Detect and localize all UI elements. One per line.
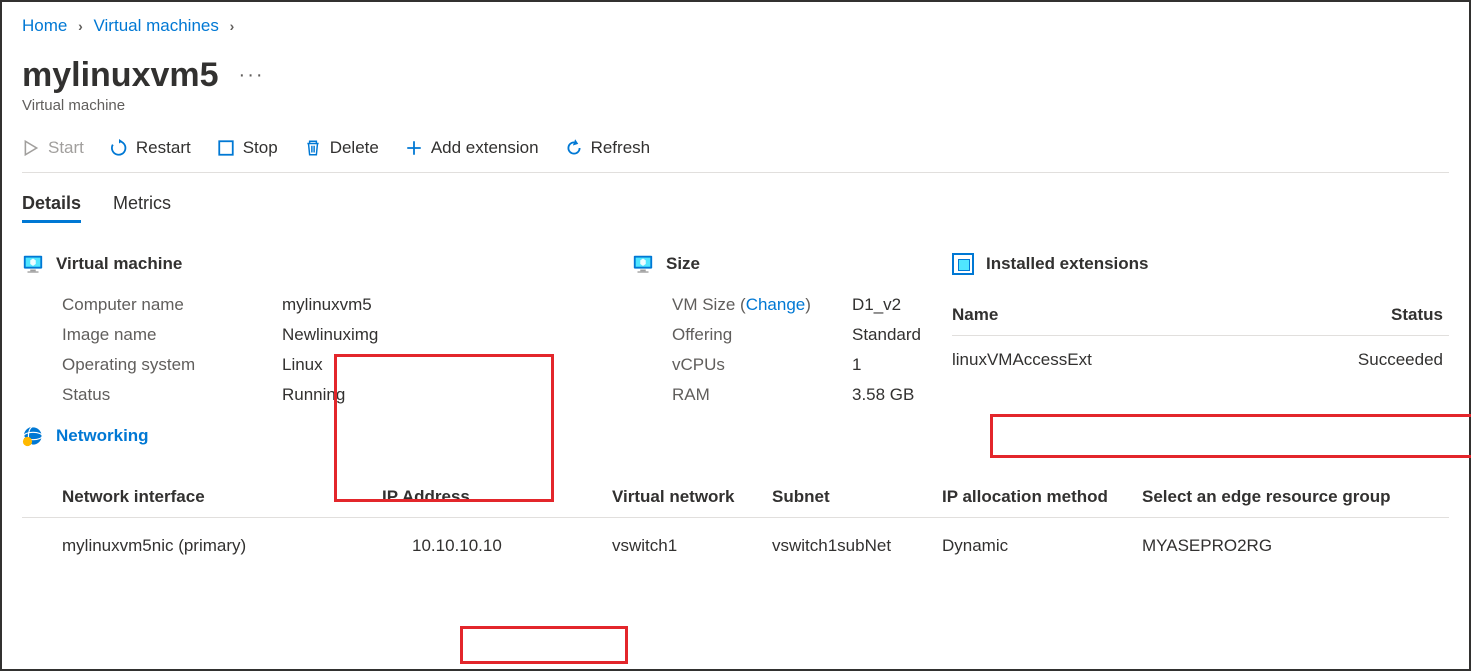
- image-name-value: Newlinuximg: [282, 325, 378, 345]
- table-row[interactable]: linuxVMAccessExt Succeeded: [952, 336, 1449, 385]
- restart-icon: [110, 139, 128, 157]
- size-section-header: Size: [632, 253, 952, 275]
- net-subnet-cell: vswitch1subNet: [772, 518, 942, 571]
- command-bar: Start Restart Stop Delete Add extension …: [22, 138, 1449, 173]
- ext-col-status: Status: [1253, 295, 1449, 336]
- chevron-right-icon: ›: [78, 18, 83, 34]
- status-value: Running: [282, 385, 345, 405]
- net-edge-cell: MYASEPRO2RG: [1142, 518, 1449, 571]
- extension-icon: [952, 253, 974, 275]
- virtual-machine-icon: [22, 253, 44, 275]
- net-col-ip: IP Address: [382, 477, 612, 518]
- vm-section-header: Virtual machine: [22, 253, 632, 275]
- resource-type-label: Virtual machine: [22, 97, 1449, 114]
- net-alloc-cell: Dynamic: [942, 518, 1142, 571]
- net-col-subnet: Subnet: [772, 477, 942, 518]
- network-icon: [22, 425, 44, 447]
- change-size-link[interactable]: Change: [746, 295, 806, 314]
- os-value: Linux: [282, 355, 323, 375]
- chevron-right-icon: ›: [230, 18, 235, 34]
- page-title: mylinuxvm5: [22, 56, 219, 95]
- start-button: Start: [22, 138, 84, 158]
- vcpus-value: 1: [852, 355, 861, 375]
- ram-label: RAM: [672, 385, 852, 405]
- image-name-label: Image name: [62, 325, 282, 345]
- tab-bar: Details Metrics: [22, 193, 1449, 223]
- extensions-table: Name Status linuxVMAccessExt Succeeded: [952, 295, 1449, 384]
- highlight-box: [460, 626, 628, 664]
- net-ip-cell: 10.10.10.10: [382, 518, 612, 571]
- offering-label: Offering: [672, 325, 852, 345]
- extensions-section-header: Installed extensions: [952, 253, 1449, 275]
- ext-status-cell: Succeeded: [1253, 336, 1449, 385]
- refresh-button[interactable]: Refresh: [565, 138, 651, 158]
- computer-name-label: Computer name: [62, 295, 282, 315]
- virtual-machine-icon: [632, 253, 654, 275]
- plus-icon: [405, 139, 423, 157]
- net-col-alloc: IP allocation method: [942, 477, 1142, 518]
- offering-value: Standard: [852, 325, 921, 345]
- breadcrumb-virtual-machines[interactable]: Virtual machines: [94, 16, 219, 35]
- status-label: Status: [62, 385, 282, 405]
- vcpus-label: vCPUs: [672, 355, 852, 375]
- networking-section-header: Networking: [22, 425, 632, 447]
- vm-size-label: VM Size (Change): [672, 295, 852, 315]
- net-col-nic: Network interface: [22, 477, 382, 518]
- ext-name-cell: linuxVMAccessExt: [952, 336, 1253, 385]
- tab-details[interactable]: Details: [22, 193, 81, 223]
- computer-name-value: mylinuxvm5: [282, 295, 372, 315]
- os-label: Operating system: [62, 355, 282, 375]
- breadcrumb-home[interactable]: Home: [22, 16, 67, 35]
- stop-button[interactable]: Stop: [217, 138, 278, 158]
- net-col-vnet: Virtual network: [612, 477, 772, 518]
- stop-icon: [217, 139, 235, 157]
- add-extension-button[interactable]: Add extension: [405, 138, 539, 158]
- networking-table: Network interface IP Address Virtual net…: [22, 477, 1449, 570]
- table-row[interactable]: mylinuxvm5nic (primary) 10.10.10.10 vswi…: [22, 518, 1449, 571]
- tab-metrics[interactable]: Metrics: [113, 193, 171, 223]
- net-nic-cell: mylinuxvm5nic (primary): [22, 518, 382, 571]
- restart-button[interactable]: Restart: [110, 138, 191, 158]
- delete-button[interactable]: Delete: [304, 138, 379, 158]
- networking-link[interactable]: Networking: [56, 426, 149, 446]
- net-col-edge: Select an edge resource group: [1142, 477, 1449, 518]
- vm-size-value: D1_v2: [852, 295, 901, 315]
- net-vnet-cell: vswitch1: [612, 518, 772, 571]
- refresh-icon: [565, 139, 583, 157]
- ram-value: 3.58 GB: [852, 385, 914, 405]
- trash-icon: [304, 139, 322, 157]
- breadcrumb: Home › Virtual machines ›: [22, 16, 1449, 36]
- ext-col-name: Name: [952, 295, 1253, 336]
- play-icon: [22, 139, 40, 157]
- more-actions-button[interactable]: ···: [239, 64, 265, 87]
